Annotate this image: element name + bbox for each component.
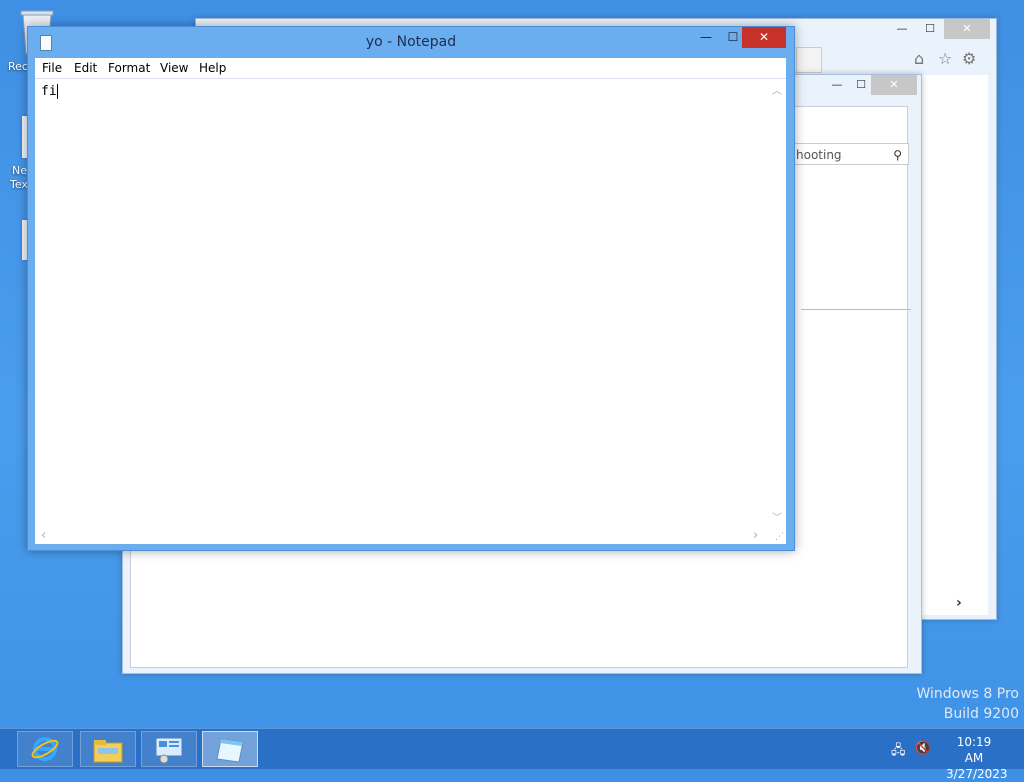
menu-view[interactable]: View (160, 61, 188, 75)
window-title: yo - Notepad (365, 34, 457, 50)
taskbar-internet-explorer[interactable] (17, 731, 73, 767)
volume-muted-icon[interactable]: 🔇 (915, 741, 931, 756)
browser-content (921, 75, 988, 615)
home-icon[interactable]: ⌂ (914, 49, 924, 68)
control-panel-icon (155, 737, 183, 764)
settings-icon[interactable]: ⚙ (962, 49, 976, 68)
scroll-down-icon[interactable]: ﹀ (772, 509, 782, 524)
resize-grip-icon[interactable]: ⋰ (775, 532, 784, 542)
taskbar-file-explorer[interactable] (80, 731, 136, 767)
search-placeholder: hooting (796, 148, 842, 162)
scroll-left-icon[interactable]: ‹ (41, 528, 46, 543)
editor-content[interactable]: fi (41, 84, 58, 99)
menu-file[interactable]: File (42, 61, 62, 75)
system-clock[interactable]: 10:19 AM 3/27/2023 (946, 734, 1008, 782)
browser-tab[interactable] (796, 47, 822, 73)
close-button[interactable]: ✕ (944, 19, 990, 39)
windows-watermark: Windows 8 Pro Build 9200 (916, 684, 1019, 724)
clock-time: 10:19 AM (956, 735, 992, 765)
horizontal-scrollbar[interactable]: ‹ › (35, 527, 769, 544)
minimize-button[interactable]: — (692, 27, 720, 48)
desktop-icon-label: Rec (8, 60, 28, 73)
desktop-icon-label: Ne (12, 164, 27, 177)
watermark-edition: Windows 8 Pro (916, 686, 1019, 702)
close-button[interactable]: ✕ (871, 75, 917, 95)
menu-edit[interactable]: Edit (74, 61, 97, 75)
close-button[interactable]: ✕ (742, 27, 786, 48)
divider (801, 309, 911, 310)
menu-help[interactable]: Help (199, 61, 226, 75)
scroll-right-icon[interactable]: › (753, 528, 758, 543)
menu-format[interactable]: Format (108, 61, 150, 75)
taskbar: 🖧 🔇 10:19 AM 3/27/2023 (0, 728, 1024, 781)
editor-text: fi (41, 84, 57, 99)
notepad-icon (216, 738, 244, 763)
text-caret (56, 84, 58, 99)
maximize-button[interactable]: ☐ (916, 19, 944, 39)
search-input[interactable]: hooting ⚲ (791, 143, 909, 165)
scroll-right-icon[interactable]: › (956, 595, 962, 611)
text-editor[interactable]: fi ︿ ﹀ ‹ › ⋰ (35, 78, 786, 544)
network-error-icon[interactable]: 🖧 (891, 741, 906, 763)
notepad-window[interactable]: yo - Notepad — ☐ ✕ File Edit Format View… (27, 26, 795, 551)
clock-date: 3/27/2023 (946, 767, 1008, 781)
watermark-build: Build 9200 (943, 706, 1019, 722)
minimize-button[interactable]: — (888, 19, 916, 39)
ie-icon (31, 737, 59, 761)
menu-bar: File Edit Format View Help (35, 58, 786, 78)
taskbar-notepad[interactable] (202, 731, 258, 767)
search-icon[interactable]: ⚲ (893, 144, 902, 166)
desktop-icon-label-2: Tex (10, 178, 28, 191)
favorites-icon[interactable]: ☆ (938, 49, 952, 68)
vertical-scrollbar[interactable]: ︿ ﹀ (769, 79, 786, 526)
taskbar-control-panel[interactable] (141, 731, 197, 767)
scroll-up-icon[interactable]: ︿ (772, 82, 782, 97)
folder-icon (93, 740, 123, 763)
